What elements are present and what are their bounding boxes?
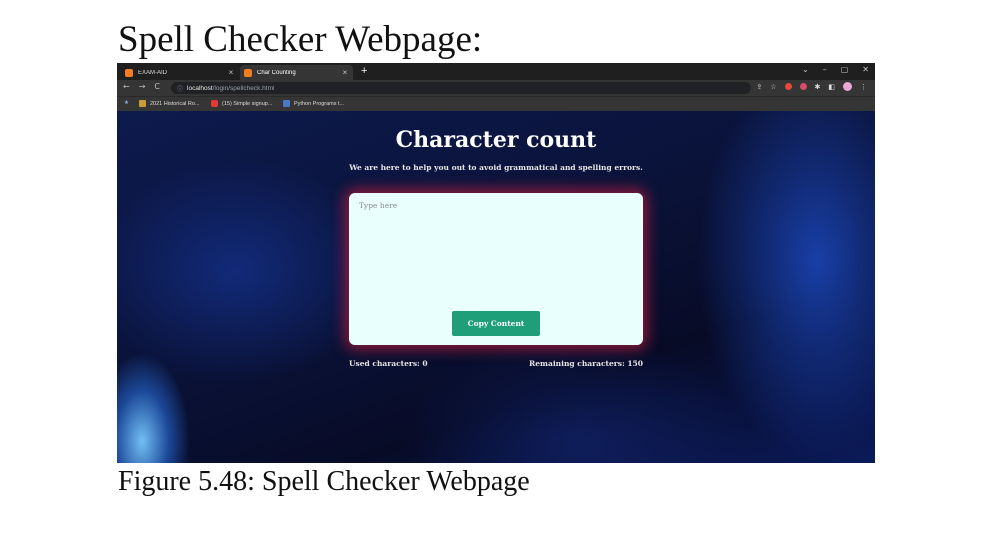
text-input-area[interactable] bbox=[357, 199, 637, 307]
forward-icon[interactable]: → bbox=[139, 82, 146, 91]
tab-char-counting[interactable]: Char Counting × bbox=[240, 65, 353, 80]
extensions-puzzle-icon[interactable]: ✱ bbox=[815, 83, 821, 91]
remaining-characters-label: Remaining characters: 150 bbox=[529, 359, 643, 368]
tab-exam-aid[interactable]: EXAM-AID × bbox=[121, 65, 239, 80]
address-bar-row: ← → C ⓘ localhost/login/spellcheck.html … bbox=[117, 80, 875, 96]
extension-red-icon[interactable] bbox=[784, 83, 792, 90]
bookmark-historical[interactable]: 2021 Historical Ro... bbox=[139, 100, 200, 107]
tab-search-icon[interactable]: ⌄ bbox=[802, 65, 809, 74]
url-host: localhost bbox=[187, 84, 213, 92]
page-title: Character count bbox=[395, 127, 597, 153]
close-window-icon[interactable]: ✕ bbox=[862, 65, 869, 74]
document-icon bbox=[139, 100, 146, 107]
extensions-area: ⇪ ☆ ✱ ◧ ⋮ bbox=[756, 82, 867, 91]
text-card: Copy Content bbox=[349, 193, 643, 345]
bookmark-label: Python Programs t... bbox=[294, 100, 345, 107]
menu-dots-icon[interactable]: ⋮ bbox=[860, 83, 867, 91]
favicon-icon bbox=[125, 68, 133, 77]
extension-shield-icon[interactable] bbox=[799, 83, 807, 90]
document-heading: Spell Checker Webpage: bbox=[118, 19, 483, 60]
minimize-icon[interactable]: – bbox=[823, 65, 827, 74]
copy-content-button[interactable]: Copy Content bbox=[452, 311, 540, 336]
bookmark-star-icon[interactable]: ☆ bbox=[770, 83, 776, 91]
bookmark-python[interactable]: Python Programs t... bbox=[283, 100, 344, 107]
profile-avatar[interactable] bbox=[843, 82, 852, 91]
favicon-icon bbox=[244, 68, 252, 77]
tab-close-icon[interactable]: × bbox=[226, 68, 236, 77]
bookmarks-bar: ★ 2021 Historical Ro... (15) Simple sign… bbox=[117, 96, 875, 111]
bookmark-label: 2021 Historical Ro... bbox=[150, 100, 200, 107]
nav-buttons: ← → C bbox=[123, 82, 160, 91]
python-icon bbox=[283, 100, 290, 107]
browser-screenshot: EXAM-AID × Char Counting × + ⌄ – ▢ ✕ ← →… bbox=[117, 63, 875, 463]
url-input[interactable]: ⓘ localhost/login/spellcheck.html bbox=[171, 82, 751, 94]
new-tab-button[interactable]: + bbox=[361, 65, 367, 77]
tab-close-icon[interactable]: × bbox=[340, 68, 350, 77]
window-controls: ⌄ – ▢ ✕ bbox=[802, 65, 869, 74]
side-panel-icon[interactable]: ◧ bbox=[828, 83, 835, 91]
page-content: Character count We are here to help you … bbox=[117, 111, 875, 463]
youtube-icon bbox=[211, 100, 218, 107]
back-icon[interactable]: ← bbox=[123, 82, 130, 91]
share-icon[interactable]: ⇪ bbox=[756, 83, 762, 91]
used-characters-label: Used characters: 0 bbox=[349, 359, 428, 368]
page-subtitle: We are here to help you out to avoid gra… bbox=[349, 163, 643, 172]
url-path: /login/spellcheck.html bbox=[212, 84, 275, 92]
bookmark-signup[interactable]: (15) Simple signup... bbox=[211, 100, 272, 107]
tab-label: Char Counting bbox=[257, 69, 296, 76]
restore-icon[interactable]: ▢ bbox=[841, 65, 849, 74]
tab-bar: EXAM-AID × Char Counting × + ⌄ – ▢ ✕ bbox=[117, 63, 875, 80]
site-info-icon[interactable]: ⓘ bbox=[177, 84, 183, 93]
figure-caption: Figure 5.48: Spell Checker Webpage bbox=[118, 466, 530, 497]
bookmark-label: (15) Simple signup... bbox=[222, 100, 273, 107]
reload-icon[interactable]: C bbox=[154, 82, 160, 91]
tab-label: EXAM-AID bbox=[138, 69, 168, 76]
apps-star-icon[interactable]: ★ bbox=[124, 100, 129, 106]
